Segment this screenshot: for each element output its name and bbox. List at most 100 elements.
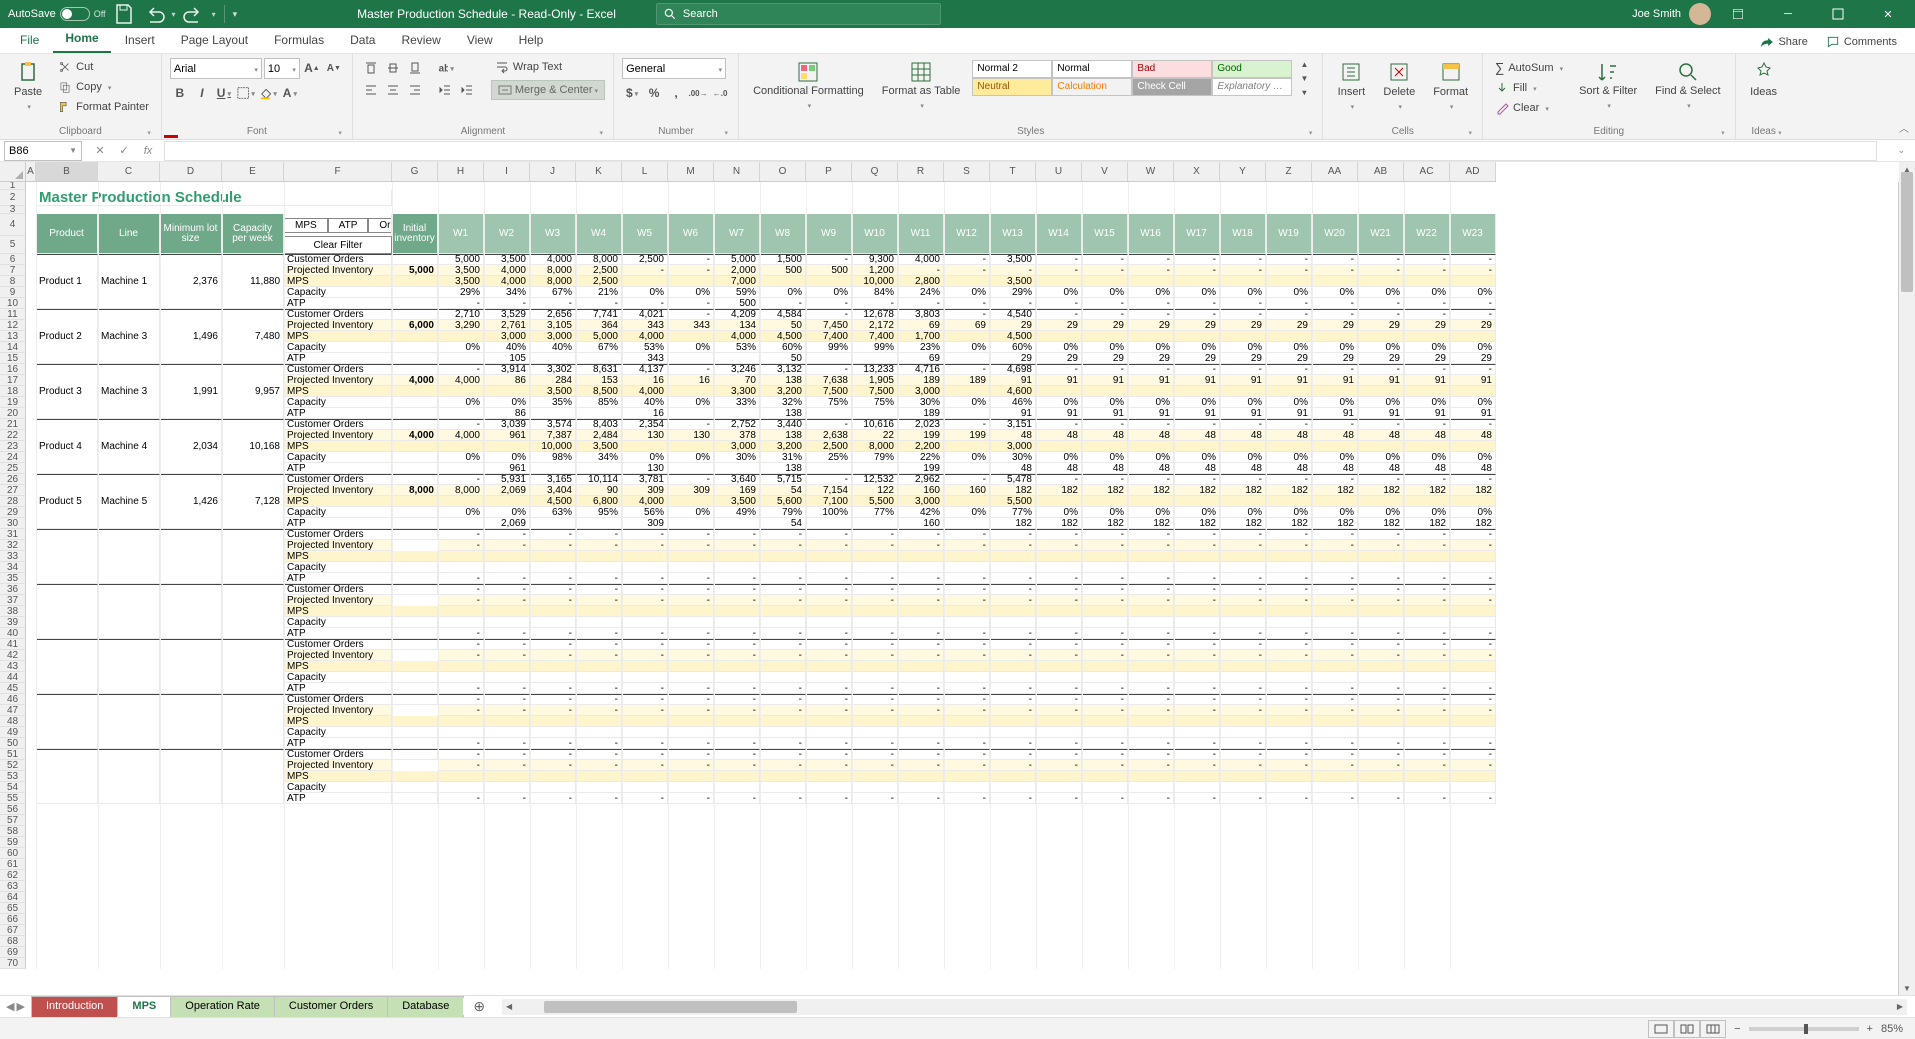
data-cell[interactable]: 0%: [438, 507, 484, 518]
data-cell[interactable]: 3,500: [438, 276, 484, 287]
data-cell[interactable]: [990, 672, 1036, 683]
column-header[interactable]: Q: [852, 162, 898, 182]
data-cell[interactable]: -: [760, 793, 806, 804]
data-cell[interactable]: 0%: [1404, 287, 1450, 298]
data-cell[interactable]: [714, 408, 760, 419]
data-cell[interactable]: -: [1312, 309, 1358, 320]
cell[interactable]: [222, 584, 284, 639]
data-cell[interactable]: 182: [990, 518, 1036, 529]
data-cell[interactable]: 3,000: [898, 496, 944, 507]
measure-label[interactable]: Customer Orders: [284, 474, 392, 485]
sheet-tab-introduction[interactable]: Introduction: [31, 996, 118, 1017]
data-cell[interactable]: [530, 408, 576, 419]
data-cell[interactable]: -: [990, 265, 1036, 276]
data-cell[interactable]: 0%: [1036, 397, 1082, 408]
data-cell[interactable]: [1128, 386, 1174, 397]
data-cell[interactable]: 0%: [1312, 397, 1358, 408]
decrease-decimal-icon[interactable]: ←.0: [710, 83, 730, 103]
data-cell[interactable]: -: [714, 738, 760, 749]
data-cell[interactable]: [1036, 727, 1082, 738]
data-cell[interactable]: [714, 771, 760, 782]
data-cell[interactable]: 29: [1266, 320, 1312, 331]
cell[interactable]: [392, 672, 438, 683]
data-cell[interactable]: [1266, 496, 1312, 507]
data-cell[interactable]: -: [806, 705, 852, 716]
data-cell[interactable]: -: [530, 298, 576, 309]
data-cell[interactable]: -: [852, 298, 898, 309]
data-cell[interactable]: 3,500: [714, 496, 760, 507]
data-cell[interactable]: -: [576, 628, 622, 639]
data-cell[interactable]: [668, 782, 714, 793]
data-cell[interactable]: [576, 617, 622, 628]
data-cell[interactable]: -: [438, 749, 484, 760]
filter-tab-atp[interactable]: ATP: [328, 218, 369, 233]
data-cell[interactable]: 182: [1220, 485, 1266, 496]
data-cell[interactable]: -: [1174, 419, 1220, 430]
data-cell[interactable]: 0%: [1404, 342, 1450, 353]
row-header[interactable]: 66: [0, 914, 26, 925]
data-cell[interactable]: -: [944, 419, 990, 430]
data-cell[interactable]: 91: [1082, 375, 1128, 386]
data-cell[interactable]: [1266, 672, 1312, 683]
data-cell[interactable]: -: [1082, 364, 1128, 375]
data-cell[interactable]: 5,000: [438, 254, 484, 265]
data-cell[interactable]: -: [1358, 265, 1404, 276]
data-cell[interactable]: -: [1450, 419, 1496, 430]
data-cell[interactable]: -: [438, 639, 484, 650]
data-cell[interactable]: 48: [1450, 430, 1496, 441]
data-cell[interactable]: -: [1220, 364, 1266, 375]
data-cell[interactable]: [1220, 782, 1266, 793]
data-cell[interactable]: [576, 672, 622, 683]
data-cell[interactable]: [1220, 727, 1266, 738]
data-cell[interactable]: [852, 518, 898, 529]
data-cell[interactable]: -: [668, 639, 714, 650]
cell-style-option[interactable]: Good: [1212, 60, 1292, 78]
data-cell[interactable]: 7,638: [806, 375, 852, 386]
data-cell[interactable]: 182: [1358, 518, 1404, 529]
week-header[interactable]: W5: [622, 214, 668, 254]
data-cell[interactable]: -: [576, 793, 622, 804]
measure-label[interactable]: Projected Inventory: [284, 540, 392, 551]
name-box[interactable]: B86▼: [4, 141, 82, 161]
data-cell[interactable]: [438, 727, 484, 738]
zoom-level[interactable]: 85%: [1881, 1023, 1903, 1035]
data-cell[interactable]: [1036, 386, 1082, 397]
data-cell[interactable]: 1,905: [852, 375, 898, 386]
data-cell[interactable]: -: [1404, 265, 1450, 276]
data-cell[interactable]: [1082, 562, 1128, 573]
data-cell[interactable]: -: [1358, 694, 1404, 705]
data-cell[interactable]: 29: [1036, 320, 1082, 331]
data-cell[interactable]: -: [990, 573, 1036, 584]
data-cell[interactable]: -: [806, 683, 852, 694]
undo-icon[interactable]: [142, 2, 166, 26]
data-cell[interactable]: -: [530, 628, 576, 639]
data-cell[interactable]: [898, 716, 944, 727]
data-cell[interactable]: -: [622, 749, 668, 760]
data-cell[interactable]: [714, 518, 760, 529]
data-cell[interactable]: 7,400: [852, 331, 898, 342]
data-cell[interactable]: [944, 617, 990, 628]
data-cell[interactable]: -: [806, 573, 852, 584]
row-header[interactable]: 23: [0, 441, 26, 452]
measure-label[interactable]: ATP: [284, 298, 392, 309]
data-cell[interactable]: [714, 606, 760, 617]
data-cell[interactable]: [1128, 276, 1174, 287]
data-cell[interactable]: 3,000: [530, 331, 576, 342]
data-cell[interactable]: [1128, 617, 1174, 628]
styles-more-icon[interactable]: ▾: [1294, 86, 1314, 98]
page-break-view-icon[interactable]: [1700, 1020, 1726, 1038]
data-cell[interactable]: -: [1266, 419, 1312, 430]
data-cell[interactable]: 0%: [484, 507, 530, 518]
data-cell[interactable]: [1220, 551, 1266, 562]
data-cell[interactable]: [1404, 716, 1450, 727]
data-cell[interactable]: [1036, 276, 1082, 287]
cell[interactable]: [160, 639, 222, 694]
data-cell[interactable]: 0%: [1082, 452, 1128, 463]
row-header[interactable]: 63: [0, 881, 26, 892]
data-cell[interactable]: -: [438, 738, 484, 749]
cell[interactable]: [392, 683, 438, 694]
data-cell[interactable]: [1220, 661, 1266, 672]
font-color-button[interactable]: A: [280, 83, 300, 103]
measure-label[interactable]: MPS: [284, 661, 392, 672]
data-cell[interactable]: [1082, 672, 1128, 683]
